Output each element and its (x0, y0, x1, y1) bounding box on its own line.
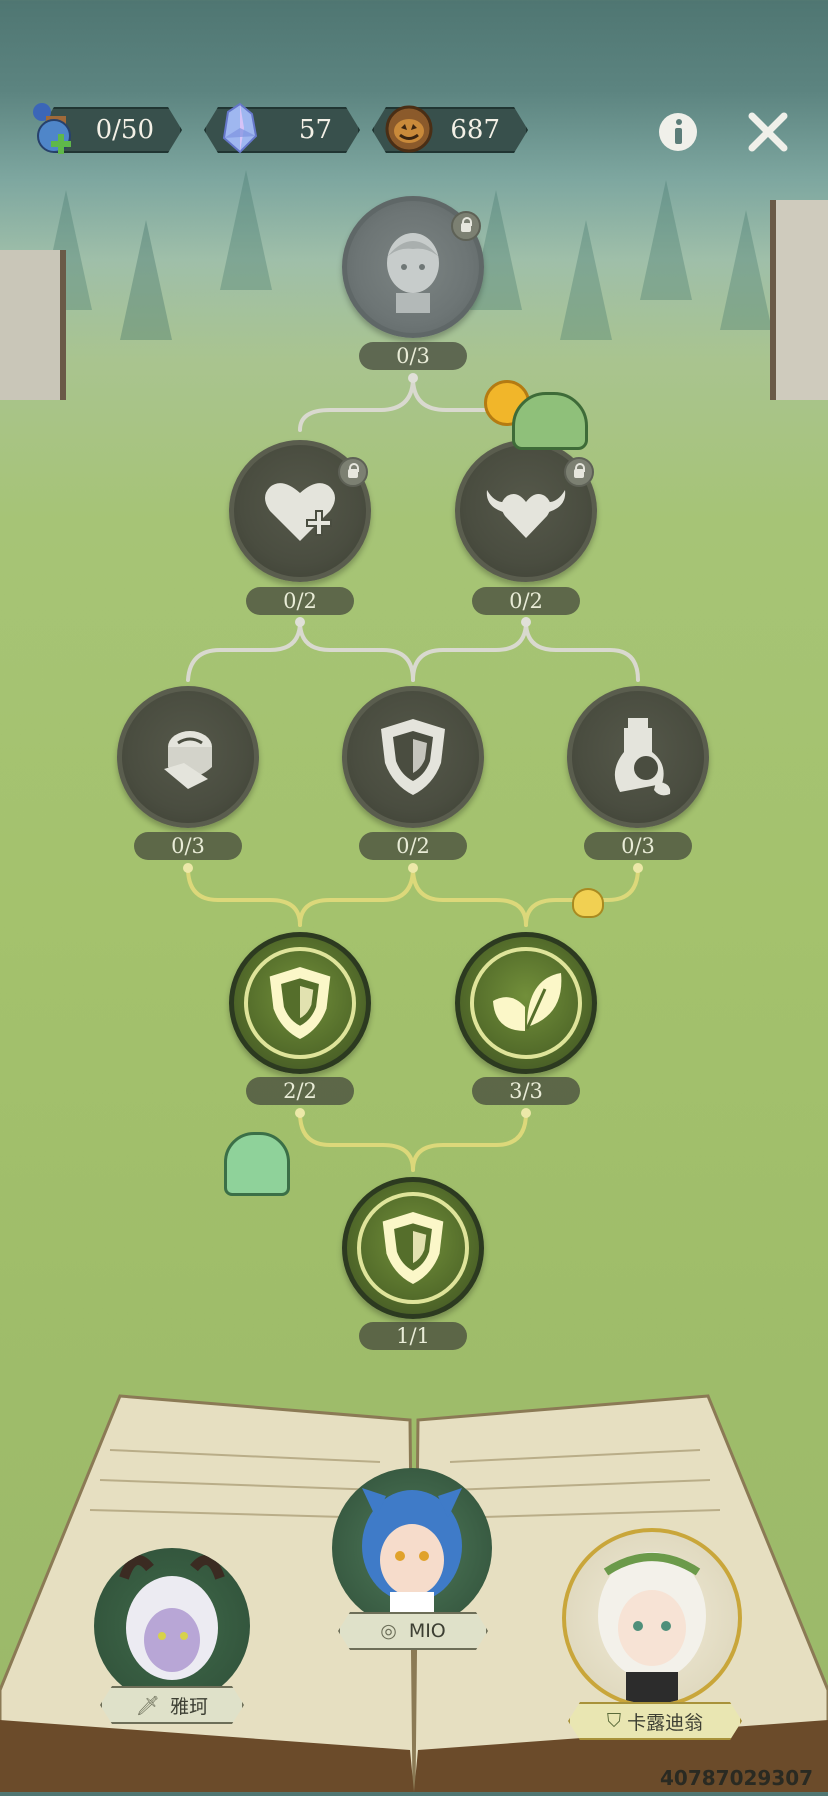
green-slime-icon (224, 1132, 290, 1196)
character-name-label: MIO (408, 1620, 446, 1642)
slime-sprout-icon (512, 392, 588, 450)
skill-node-shield-active[interactable] (229, 932, 371, 1074)
character-name-yake[interactable]: 🗡 雅珂 (100, 1686, 244, 1724)
lock-icon (451, 211, 481, 241)
bandage-roll-icon (164, 731, 212, 789)
character-name-mio[interactable]: ◎ MIO (338, 1612, 488, 1650)
sword-icon: 🗡 (135, 1694, 161, 1717)
skill-node-cleanse[interactable] (567, 686, 709, 828)
character-portrait-icon (387, 233, 439, 313)
character-portrait-yake[interactable] (94, 1548, 250, 1704)
character-name-kaludiweng[interactable]: ⛉ 卡露迪翁 (568, 1702, 742, 1740)
potion-splash-icon (614, 718, 671, 796)
crown-icon: ◎ (380, 1620, 397, 1642)
skill-count-heal: 0/2 (246, 587, 354, 615)
skill-count-bandage: 0/3 (134, 832, 242, 860)
shield-icon: ⛉ (606, 1710, 622, 1732)
footer-id: 40787029307 (660, 1766, 814, 1790)
skill-node-bandage[interactable] (117, 686, 259, 828)
skill-count-shield-active: 2/2 (246, 1077, 354, 1105)
character-name-label: 雅珂 (170, 1695, 209, 1718)
heart-plus-icon (265, 483, 335, 541)
shield-icon (381, 719, 445, 795)
character-portrait-mio[interactable] (332, 1468, 492, 1628)
chick-icon (572, 888, 604, 918)
skill-count-winged-heart: 0/2 (472, 587, 580, 615)
skill-count-top: 0/3 (359, 342, 467, 370)
leaf-icon (493, 973, 562, 1031)
lock-icon (338, 457, 368, 487)
skill-count-shield: 0/2 (359, 832, 467, 860)
skill-node-shield[interactable] (342, 686, 484, 828)
lock-icon (564, 457, 594, 487)
character-portrait-kaludiweng[interactable] (562, 1528, 742, 1708)
skill-count-leaf: 3/3 (472, 1077, 580, 1105)
shield-icon (269, 967, 331, 1039)
shield-icon (382, 1212, 444, 1284)
skill-count-root: 1/1 (359, 1322, 467, 1350)
skill-node-root[interactable] (342, 1177, 484, 1319)
skill-node-leaf[interactable] (455, 932, 597, 1074)
character-name-label: 卡露迪翁 (627, 1711, 704, 1734)
skill-count-cleanse: 0/3 (584, 832, 692, 860)
winged-heart-icon (486, 490, 566, 538)
